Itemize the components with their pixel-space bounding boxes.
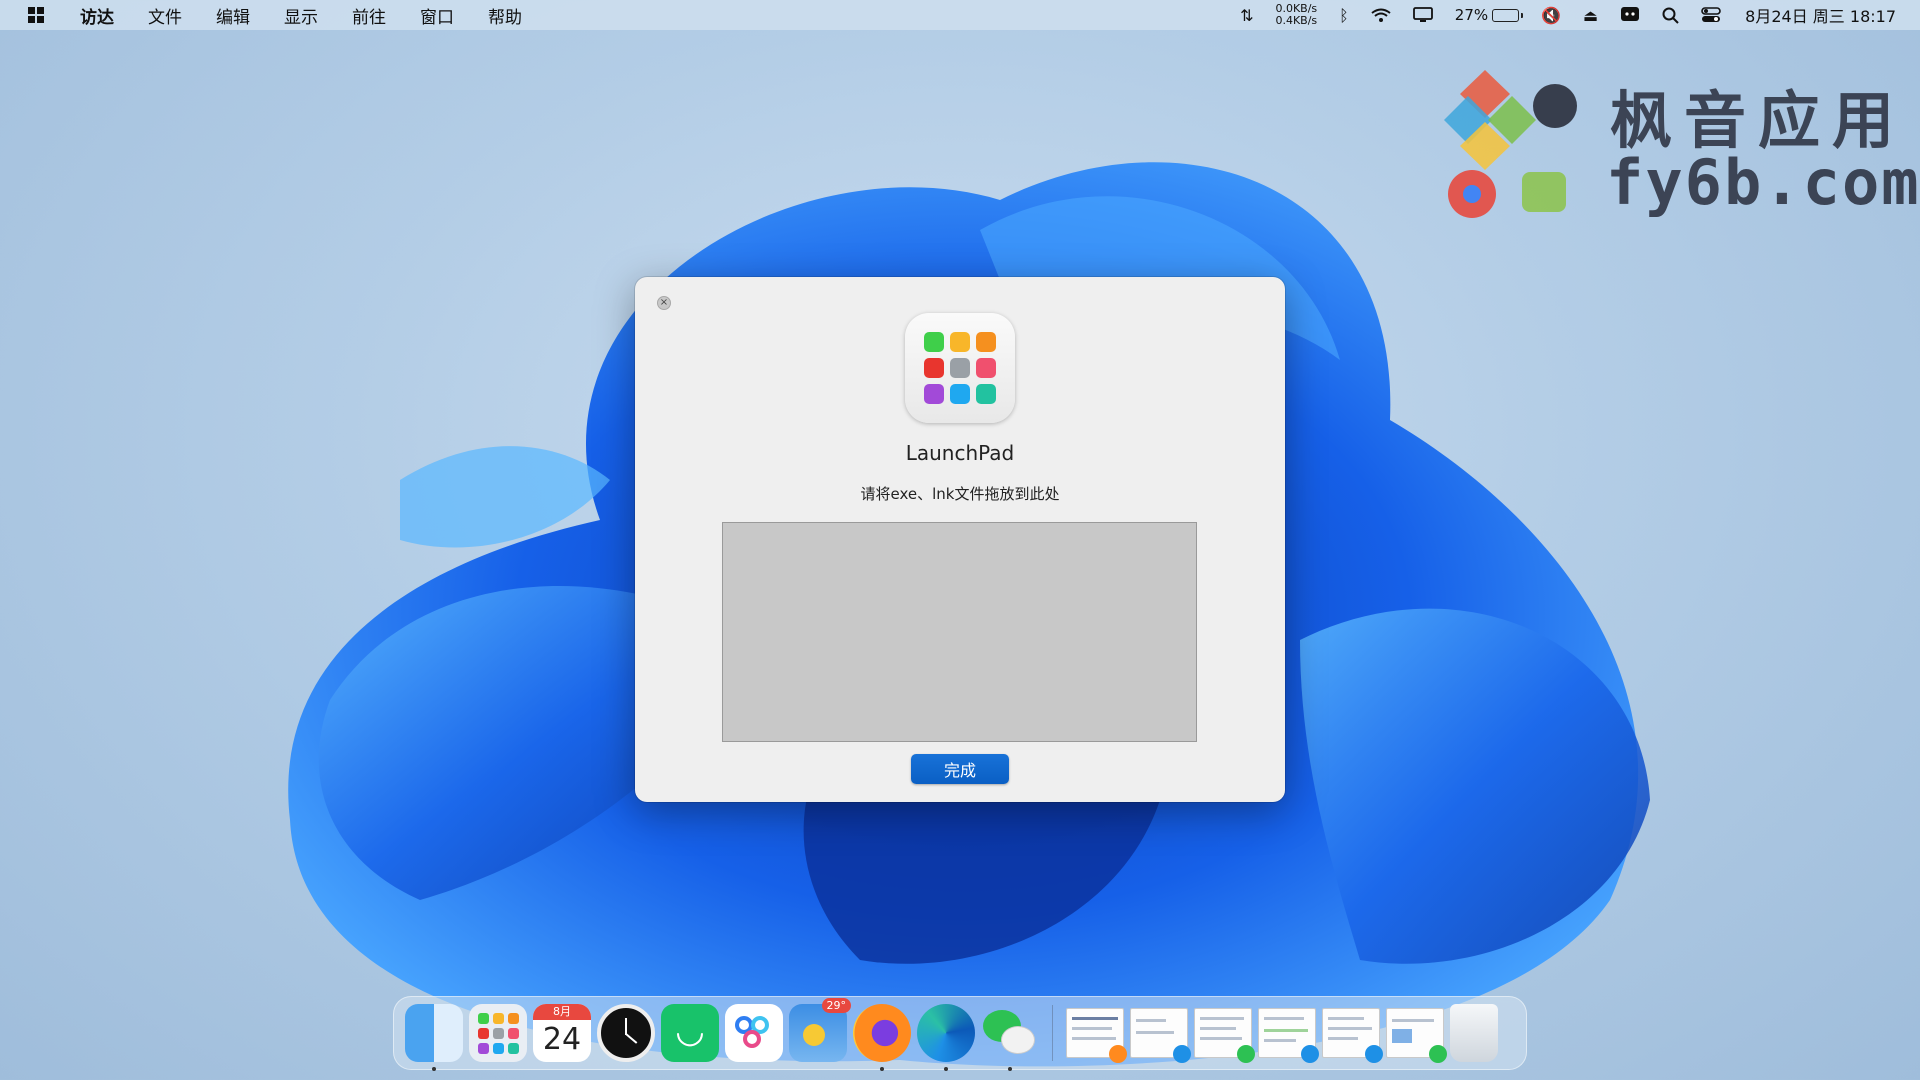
control-center-icon[interactable] xyxy=(1701,7,1721,23)
running-indicator xyxy=(944,1067,948,1071)
net-down-speed: 0.4KB/s xyxy=(1275,14,1318,27)
launchpad-dialog: × LaunchPad 请将exe、lnk文件拖放到此处 完成 xyxy=(635,277,1285,802)
icon-tile xyxy=(492,1042,504,1054)
network-speed[interactable]: 0.0KB/s 0.4KB/s xyxy=(1275,3,1317,27)
wechat-bubble-icon xyxy=(1001,1026,1035,1054)
menu-go[interactable]: 前往 xyxy=(352,3,386,28)
icon-tile xyxy=(477,1027,489,1039)
icon-tile xyxy=(924,384,944,404)
running-indicator xyxy=(880,1067,884,1071)
icon-tile xyxy=(924,358,944,378)
icon-tile xyxy=(477,1042,489,1054)
trash-icon[interactable] xyxy=(1450,1004,1498,1062)
icon-tile xyxy=(924,332,944,352)
edge-badge-icon xyxy=(1365,1045,1383,1063)
sync-icon[interactable]: ⇅ xyxy=(1240,6,1253,25)
close-button[interactable]: × xyxy=(657,296,671,310)
file-drop-zone[interactable] xyxy=(722,522,1197,742)
sun-icon xyxy=(803,1024,825,1046)
chat-status-icon[interactable] xyxy=(1620,6,1640,24)
wechat-badge-icon xyxy=(1237,1045,1255,1063)
battery-status[interactable]: 27% xyxy=(1454,6,1524,24)
running-indicator xyxy=(432,1067,436,1071)
menu-window[interactable]: 窗口 xyxy=(420,3,454,28)
calendar-day: 24 xyxy=(542,1022,582,1057)
edge-badge-icon xyxy=(1301,1045,1319,1063)
watermark-url: fy6b.com xyxy=(1606,146,1920,219)
minimized-window-3[interactable] xyxy=(1194,1008,1255,1063)
icon-tile xyxy=(950,332,970,352)
menu-help[interactable]: 帮助 xyxy=(488,3,522,28)
menu-bar-status: ⇅ 0.0KB/s 0.4KB/s ᛒ 27% 🔇 ⏏ 8月24日 周三 18:… xyxy=(1218,3,1896,27)
minimized-window-5[interactable] xyxy=(1322,1008,1383,1063)
menu-app-name[interactable]: 访达 xyxy=(80,3,114,28)
icon-tile xyxy=(507,1012,519,1024)
battery-percent: 27% xyxy=(1454,6,1489,24)
menu-bar-left: 访达 文件 编辑 显示 前往 窗口 帮助 xyxy=(28,3,556,28)
finder-app-icon[interactable] xyxy=(405,1004,463,1071)
icon-tile xyxy=(950,358,970,378)
windows-logo-icon[interactable] xyxy=(28,7,44,23)
icon-tile xyxy=(976,358,996,378)
icon-tile xyxy=(976,384,996,404)
icon-tile xyxy=(477,1012,489,1024)
site-watermark: 枫音应用 fy6b.com xyxy=(1440,66,1919,226)
launchpad-dock-icon[interactable] xyxy=(469,1004,527,1062)
icon-tile xyxy=(492,1012,504,1024)
clock-app-icon[interactable] xyxy=(597,1004,655,1062)
minimized-window-4[interactable] xyxy=(1258,1008,1319,1063)
weather-badge: 29° xyxy=(821,998,851,1013)
bluetooth-icon[interactable]: ᛒ xyxy=(1339,6,1349,25)
firefox-badge-icon xyxy=(1109,1045,1127,1063)
minimized-window-6[interactable] xyxy=(1386,1008,1447,1063)
wifi-icon[interactable] xyxy=(1371,8,1391,23)
battery-icon xyxy=(1492,8,1524,22)
watermark-logo-icon xyxy=(1444,70,1577,218)
dock: 8月 24 ◡ 29° xyxy=(393,996,1527,1071)
eject-icon[interactable]: ⏏ xyxy=(1583,6,1598,25)
dialog-instruction: 请将exe、lnk文件拖放到此处 xyxy=(860,485,1060,503)
running-indicator xyxy=(1008,1067,1012,1071)
baidu-netdisk-app-icon[interactable] xyxy=(725,1004,783,1062)
dialog-app-name: LaunchPad xyxy=(905,441,1015,465)
mute-icon[interactable]: 🔇 xyxy=(1541,6,1561,25)
green-chat-app-icon[interactable]: ◡ xyxy=(661,1004,719,1062)
minimized-window-2[interactable] xyxy=(1130,1008,1191,1063)
minimized-window-1[interactable] xyxy=(1066,1008,1127,1063)
calendar-month: 8月 xyxy=(533,1004,591,1020)
done-button[interactable]: 完成 xyxy=(911,754,1009,784)
icon-tile xyxy=(507,1027,519,1039)
menu-bar-clock[interactable]: 8月24日 周三 18:17 xyxy=(1745,3,1896,27)
icon-tile xyxy=(507,1042,519,1054)
menu-edit[interactable]: 编辑 xyxy=(216,3,250,28)
edge-badge-icon xyxy=(1173,1045,1191,1063)
menu-view[interactable]: 显示 xyxy=(284,3,318,28)
calendar-app-icon[interactable]: 8月 24 xyxy=(533,1004,591,1062)
display-icon[interactable] xyxy=(1412,7,1433,23)
menu-bar: 访达 文件 编辑 显示 前往 窗口 帮助 ⇅ 0.0KB/s 0.4KB/s ᛒ… xyxy=(0,0,1920,30)
edge-app-icon[interactable] xyxy=(917,1004,975,1071)
search-icon[interactable] xyxy=(1662,7,1679,24)
wechat-badge-icon xyxy=(1429,1045,1447,1063)
icon-tile xyxy=(950,384,970,404)
firefox-app-icon[interactable] xyxy=(853,1004,911,1071)
launchpad-app-icon xyxy=(905,313,1015,423)
icon-tile xyxy=(976,332,996,352)
dock-separator xyxy=(1052,1005,1053,1061)
icon-tile xyxy=(492,1027,504,1039)
wechat-app-icon[interactable] xyxy=(981,1004,1039,1071)
menu-file[interactable]: 文件 xyxy=(148,3,182,28)
weather-app-icon[interactable]: 29° xyxy=(789,998,851,1062)
